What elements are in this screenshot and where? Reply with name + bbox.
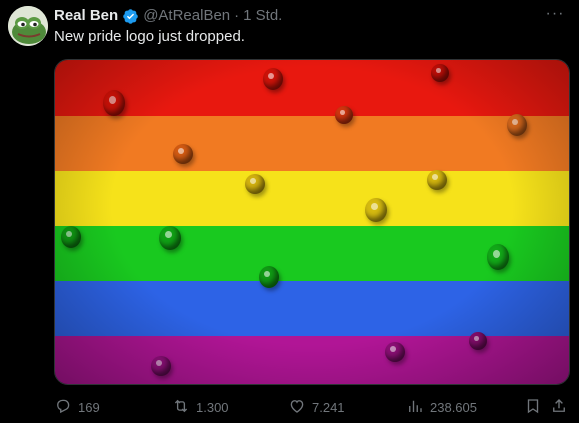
author-name[interactable]: Real Ben: [54, 6, 118, 26]
verified-badge-icon: [122, 8, 139, 25]
timestamp[interactable]: 1 Std.: [243, 6, 282, 26]
bookmark-button[interactable]: [524, 396, 542, 418]
reply-button[interactable]: 169: [54, 396, 100, 418]
repost-button[interactable]: 1.300: [172, 396, 229, 418]
reply-icon: [54, 397, 72, 418]
author-handle[interactable]: @AtRealBen: [143, 6, 230, 26]
tweet-image[interactable]: [54, 59, 570, 385]
repost-icon: [172, 397, 190, 418]
heart-icon: [288, 397, 306, 418]
tweet-header: Real Ben @AtRealBen · 1 Std.: [54, 6, 282, 26]
views-button[interactable]: 238.605: [406, 396, 477, 418]
image-vignette: [55, 60, 569, 384]
reply-count: 169: [78, 399, 100, 415]
avatar[interactable]: [8, 6, 48, 46]
like-button[interactable]: 7.241: [288, 396, 345, 418]
repost-count: 1.300: [196, 399, 229, 415]
tweet[interactable]: Real Ben @AtRealBen · 1 Std. ··· New pri…: [0, 0, 579, 423]
share-icon: [550, 397, 568, 418]
frog-avatar-icon: [8, 6, 48, 46]
bookmark-icon: [524, 397, 542, 418]
share-button[interactable]: [550, 396, 568, 418]
tweet-text: New pride logo just dropped.: [54, 28, 245, 45]
like-count: 7.241: [312, 399, 345, 415]
separator-dot: ·: [234, 7, 240, 24]
views-chart-icon: [406, 397, 424, 418]
action-bar: 169 1.300 7.241 238.605: [54, 396, 570, 418]
views-count: 238.605: [430, 399, 477, 415]
more-options-icon[interactable]: ···: [545, 6, 565, 26]
